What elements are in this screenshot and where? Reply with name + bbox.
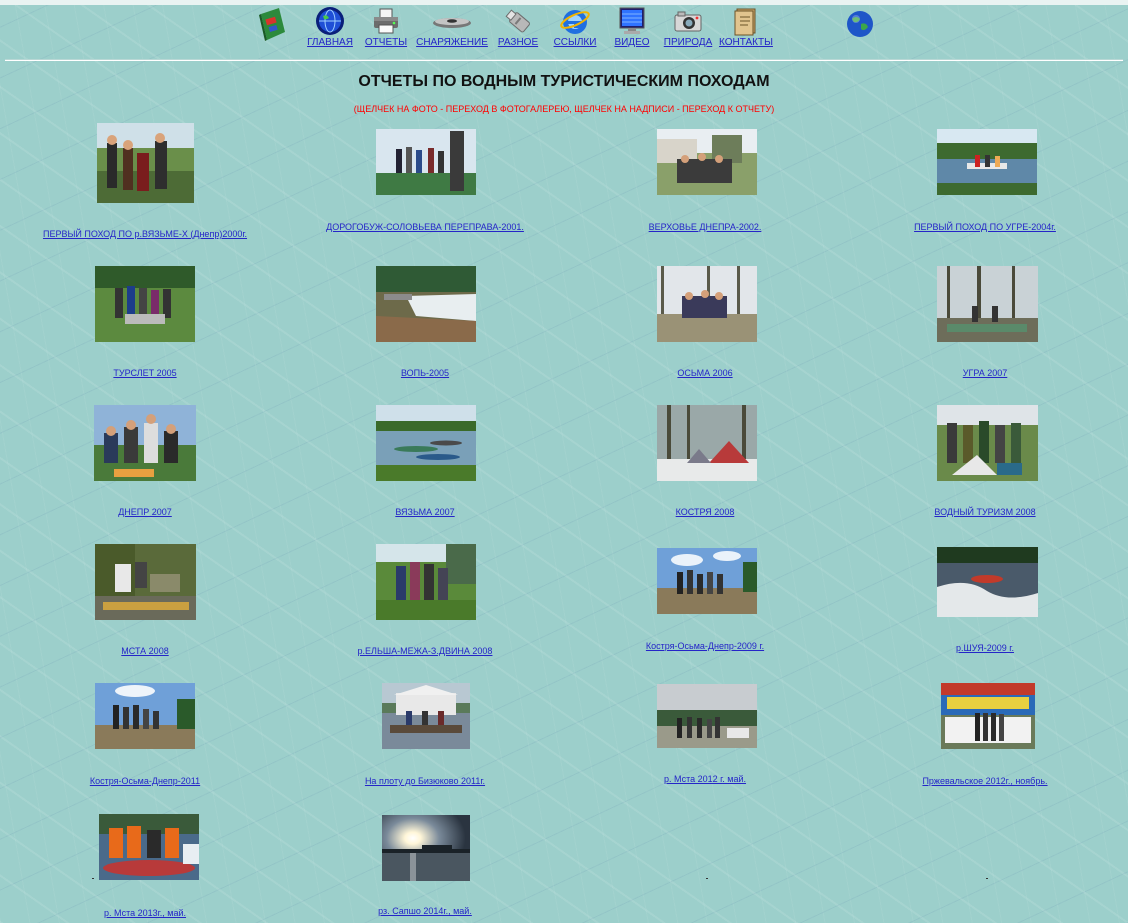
report-photo[interactable] (376, 544, 476, 620)
report-link[interactable]: ДНЕПР 2007 (4, 507, 286, 517)
report-photo[interactable] (376, 405, 476, 481)
report-link[interactable]: ВЕРХОВЬЕ ДНЕПРА-2002. (564, 222, 846, 232)
report-link[interactable]: р. Мста 2012 г. май. (564, 774, 846, 784)
report-photo[interactable] (657, 266, 757, 342)
report-photo[interactable] (937, 547, 1038, 617)
globe-icon (316, 7, 344, 35)
report-link[interactable]: р.ЕЛЬША-МЕЖА-З.ДВИНА 2008 (284, 646, 566, 656)
book-icon[interactable] (257, 6, 289, 42)
nav-link-label[interactable]: КОНТАКТЫ (706, 37, 786, 48)
report-link[interactable]: ВОПЬ-2005 (284, 368, 566, 378)
top-navigation: ГЛАВНАЯ ОТЧЕТЫ СНАРЯЖЕНИЕ РАЗНОЕ ССЫЛКИ … (0, 0, 1128, 60)
report-photo[interactable] (376, 129, 476, 195)
report-photo[interactable] (657, 129, 757, 195)
page-title: ОТЧЕТЫ ПО ВОДНЫМ ТУРИСТИЧЕСКИМ ПОХОДАМ (358, 73, 770, 90)
report-link[interactable]: ДОРОГОБУЖ-СОЛОВЬЕВА ПЕРЕПРАВА-2001. (284, 222, 566, 232)
report-photo[interactable] (95, 683, 195, 749)
report-link[interactable]: Костря-Осьма-Днепр-2011 (4, 776, 286, 786)
report-photo[interactable] (937, 129, 1037, 195)
report-link[interactable]: Костря-Осьма-Днепр-2009 г. (564, 641, 846, 651)
report-link[interactable]: р. Мста 2013г., май. (4, 908, 286, 918)
report-link[interactable]: рз. Сапшо 2014г., май. (284, 906, 566, 916)
report-photo[interactable] (97, 123, 194, 203)
report-photo[interactable] (95, 266, 195, 342)
report-photo[interactable] (657, 684, 757, 748)
report-link[interactable]: ВЯЗЬМА 2007 (284, 507, 566, 517)
report-link[interactable]: ТУРСЛЕТ 2005 (4, 368, 286, 378)
report-photo[interactable] (937, 266, 1038, 342)
report-photo[interactable] (95, 544, 196, 620)
report-link[interactable]: ОСЬМА 2006 (564, 368, 846, 378)
report-photo[interactable] (99, 814, 199, 880)
address-book-icon (734, 8, 756, 36)
header-divider (5, 59, 1123, 61)
earth-globe-icon[interactable] (846, 10, 874, 38)
report-photo[interactable] (382, 683, 470, 749)
report-link[interactable]: ПЕРВЫЙ ПОХОД ПО р.ВЯЗЬМЕ-Х (Днепр)2000г. (4, 229, 286, 239)
report-photo[interactable] (382, 815, 470, 881)
monitor-icon (619, 7, 645, 34)
report-photo[interactable] (657, 548, 757, 614)
report-photo[interactable] (376, 266, 476, 342)
separator-dot (986, 878, 988, 879)
report-link[interactable]: УГРА 2007 (844, 368, 1126, 378)
report-link[interactable]: На плоту до Бизюково 2011г. (284, 776, 566, 786)
report-link[interactable]: ПЕРВЫЙ ПОХОД ПО УГРЕ-2004г. (844, 222, 1126, 232)
nav-item-contacts[interactable]: КОНТАКТЫ (706, 6, 786, 48)
report-link[interactable]: Пржевальское 2012г., ноябрь. (844, 776, 1126, 786)
report-link[interactable]: р.ШУЯ-2009 г. (844, 643, 1126, 653)
report-link[interactable]: КОСТРЯ 2008 (564, 507, 846, 517)
separator-dot (706, 878, 708, 879)
camera-icon (674, 11, 702, 32)
report-photo[interactable] (94, 405, 196, 481)
report-photo[interactable] (657, 405, 757, 481)
report-link[interactable]: МСТА 2008 (4, 646, 286, 656)
separator-dot (92, 878, 94, 879)
internet-explorer-icon (560, 10, 590, 34)
report-photo[interactable] (937, 405, 1038, 481)
printer-icon (374, 8, 398, 34)
page-instructions: (ЩЕЛЧЕК НА ФОТО - ПЕРЕХОД В ФОТОГАЛЕРЕЮ,… (353, 104, 775, 114)
report-photo[interactable] (941, 683, 1035, 749)
kayak-icon (433, 18, 471, 28)
report-link[interactable]: ВОДНЫЙ ТУРИЗМ 2008 (844, 507, 1126, 517)
usb-drive-icon (505, 9, 530, 33)
